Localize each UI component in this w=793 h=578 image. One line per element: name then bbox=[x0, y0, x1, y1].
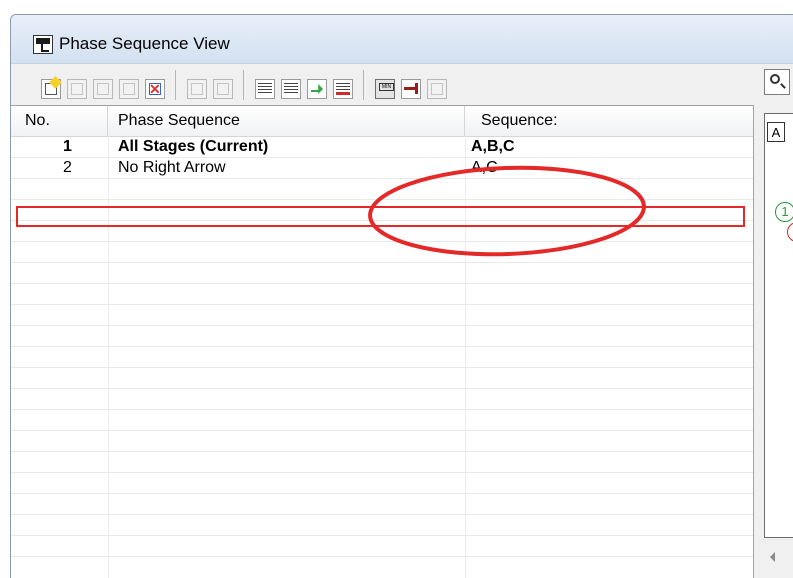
phase-sequence-name: All Stages (Current) bbox=[118, 138, 269, 155]
grid-line bbox=[11, 304, 753, 305]
grid-line bbox=[11, 472, 753, 473]
table-header: No. Phase Sequence Sequence: bbox=[11, 106, 753, 137]
grid-line bbox=[11, 493, 753, 494]
grid-line bbox=[11, 178, 753, 179]
sequence-diagram-pane: A 1 bbox=[753, 69, 793, 578]
grid-line bbox=[11, 199, 753, 200]
disabled-icon-4[interactable] bbox=[213, 79, 233, 99]
phase-sequence-app-icon bbox=[33, 35, 53, 54]
new-sequence-icon[interactable] bbox=[41, 76, 62, 99]
grid-line bbox=[108, 136, 109, 578]
red-arrow-icon[interactable] bbox=[333, 79, 353, 99]
title-bar: Phase Sequence View bbox=[11, 15, 793, 63]
phase-sequence-window: Phase Sequence View ✕ MIN No. Phase Sequ… bbox=[10, 14, 793, 578]
grid-line bbox=[11, 514, 753, 515]
grid-line bbox=[11, 367, 753, 368]
sequence-value: A,B,C bbox=[471, 138, 515, 155]
toolbar-separator bbox=[363, 70, 364, 100]
column-header-sequence[interactable]: Sequence: bbox=[465, 106, 753, 136]
scroll-left-arrow-icon[interactable] bbox=[770, 552, 775, 562]
disabled-icon-5[interactable] bbox=[427, 79, 447, 99]
phase-sequence-table: No. Phase Sequence Sequence: 1 All Stage… bbox=[11, 105, 753, 578]
disabled-icon-2[interactable] bbox=[93, 79, 113, 99]
red-stop-icon[interactable] bbox=[401, 79, 421, 99]
phase-sequence-name: No Right Arrow bbox=[118, 159, 226, 176]
sequence-diagram-view[interactable]: A 1 bbox=[764, 113, 793, 538]
disabled-icon-3[interactable] bbox=[187, 79, 207, 99]
grid-line bbox=[11, 346, 753, 347]
grid-line bbox=[11, 262, 753, 263]
toolbar-separator bbox=[175, 70, 176, 100]
green-arrow-icon[interactable] bbox=[307, 79, 327, 99]
table-row[interactable]: 1 All Stages (Current) A,B,C bbox=[11, 136, 753, 157]
window-title: Phase Sequence View bbox=[59, 34, 230, 53]
column-header-phase-sequence[interactable]: Phase Sequence bbox=[108, 106, 465, 136]
grid-line bbox=[11, 388, 753, 389]
grid-line bbox=[11, 325, 753, 326]
grid-line bbox=[11, 535, 753, 536]
column-header-no[interactable]: No. bbox=[11, 106, 108, 136]
highlight-rectangle bbox=[16, 206, 745, 227]
sequence-value: A,C bbox=[471, 159, 498, 176]
grid-line bbox=[465, 136, 466, 578]
horizontal-scrollbar[interactable] bbox=[764, 547, 793, 567]
table-body: 1 All Stages (Current) A,B,C 2 No Right … bbox=[11, 136, 753, 578]
row-number: 1 bbox=[63, 138, 72, 155]
grid-line bbox=[11, 556, 753, 557]
list-edit-icon[interactable] bbox=[255, 79, 275, 99]
list-view-icon[interactable] bbox=[281, 79, 301, 99]
remove-icon[interactable]: ✕ bbox=[145, 79, 165, 99]
phase-circle-red-icon bbox=[787, 222, 793, 242]
disabled-delete-icon[interactable] bbox=[119, 79, 139, 99]
grid-line bbox=[11, 430, 753, 431]
table-row[interactable]: 2 No Right Arrow A,C bbox=[11, 157, 753, 178]
toolbar-separator bbox=[243, 70, 244, 100]
toolbar: ✕ MIN bbox=[11, 63, 793, 106]
magnifier-icon[interactable] bbox=[764, 69, 790, 95]
phase-circle-icon: 1 bbox=[775, 202, 793, 222]
grid-line bbox=[11, 241, 753, 242]
disabled-icon-1[interactable] bbox=[67, 79, 87, 99]
grid-line bbox=[11, 409, 753, 410]
row-number: 2 bbox=[63, 159, 72, 176]
stage-tag: A bbox=[767, 122, 785, 142]
min-icon[interactable]: MIN bbox=[375, 79, 395, 99]
grid-line bbox=[11, 283, 753, 284]
grid-line bbox=[11, 451, 753, 452]
